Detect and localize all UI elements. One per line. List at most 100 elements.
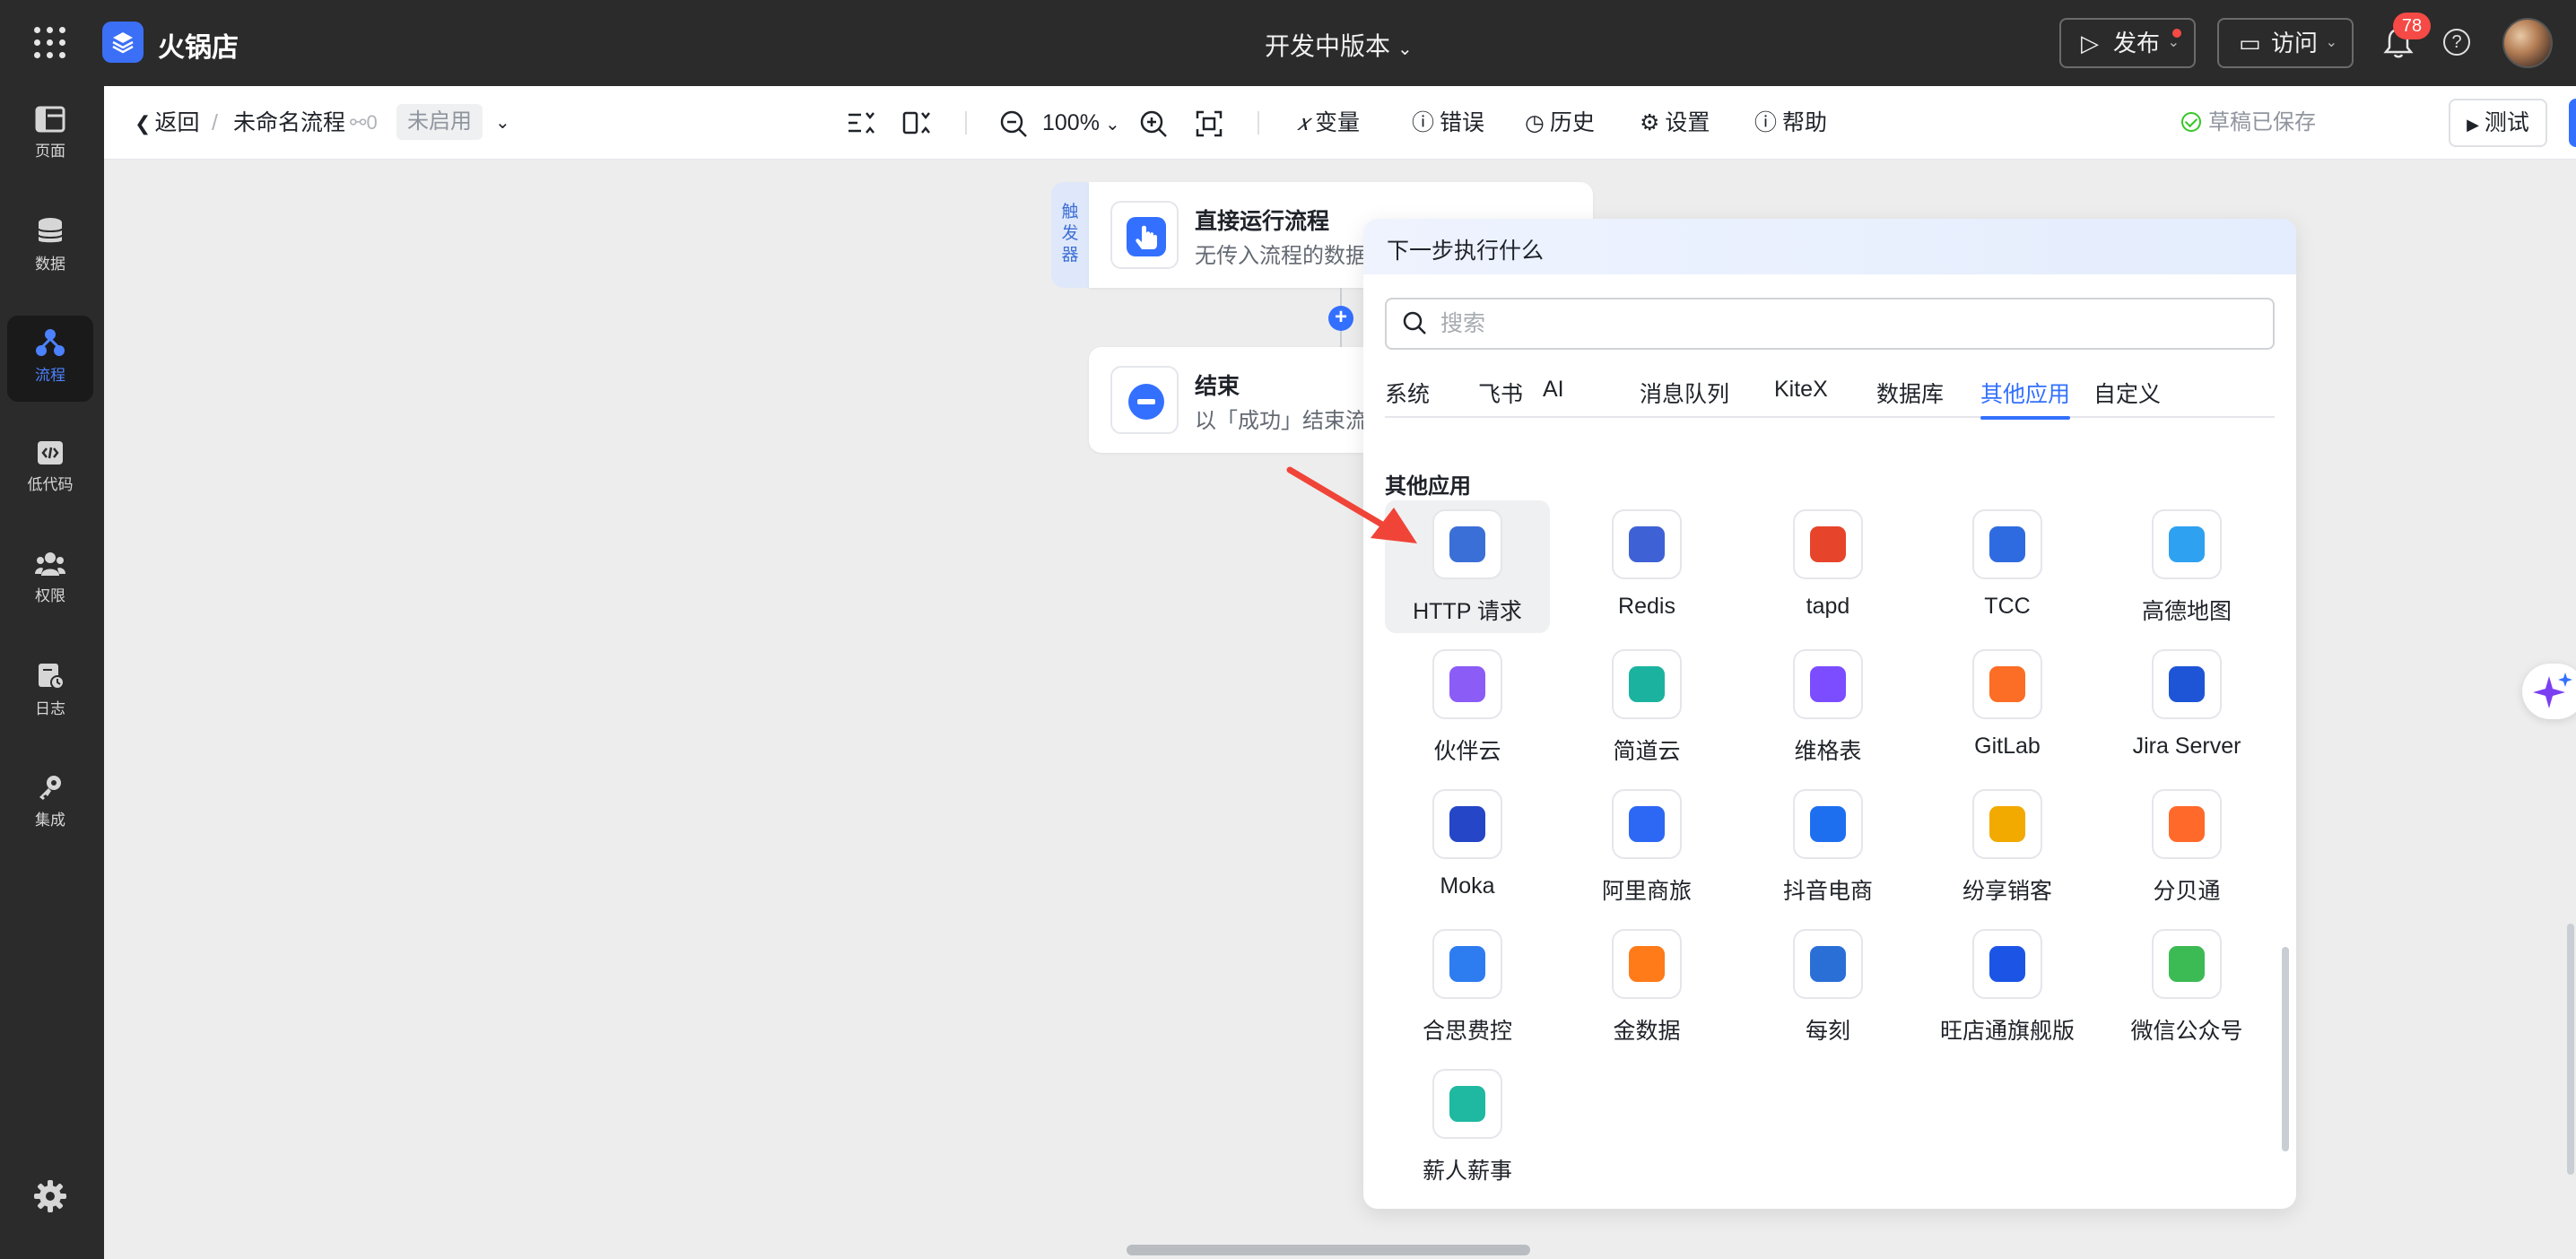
sidebar-item-data[interactable]: 数据 <box>7 204 93 291</box>
page-scrollbar-horizontal[interactable] <box>1127 1245 1530 1255</box>
sidebar-item-permissions[interactable]: 权限 <box>7 538 93 624</box>
flow-name[interactable]: 未命名流程 <box>233 86 345 160</box>
app-item[interactable]: 薪人薪事 <box>1385 1060 1550 1193</box>
log-icon <box>39 664 65 690</box>
add-step-button[interactable]: + <box>1328 306 1353 331</box>
app-icon-glyph <box>1810 666 1846 702</box>
zoom-value: 100% <box>1042 110 1100 135</box>
errors-button[interactable]: ⓘ 错误 <box>1412 86 1484 160</box>
send-icon: ▷ <box>2081 30 2099 56</box>
app-icon-glyph <box>1989 946 2025 982</box>
app-icon-glyph <box>2169 526 2205 562</box>
app-icon-glyph <box>1810 806 1846 842</box>
tcc-icon <box>1972 509 2042 579</box>
page-scrollbar-vertical[interactable] <box>2567 924 2574 1175</box>
tab-item[interactable]: AI <box>1543 377 1564 418</box>
app-icon-glyph <box>1810 526 1846 562</box>
help-label: 帮助 <box>1782 110 1828 135</box>
gear-icon: ⚙ <box>1640 110 1660 135</box>
publish-button[interactable]: ▷ 发布 ⌄ <box>2059 18 2196 68</box>
app-item[interactable]: 合思费控 <box>1385 920 1550 1053</box>
end-icon <box>1110 366 1179 434</box>
variables-button[interactable]: 𝑥 变量 <box>1297 86 1360 160</box>
gear-icon[interactable] <box>32 1178 68 1214</box>
check-circle-icon <box>2181 112 2201 132</box>
divider <box>965 111 967 135</box>
jinshuju-icon <box>1612 929 1682 999</box>
app-item[interactable]: 维格表 <box>1745 640 1910 773</box>
app-item[interactable]: 每刻 <box>1745 920 1910 1053</box>
tab-item[interactable]: 其他应用 <box>1980 377 2071 420</box>
search-icon <box>1403 311 1426 334</box>
app-item[interactable]: 简道云 <box>1564 640 1729 773</box>
avatar[interactable] <box>2502 18 2553 68</box>
zoom-in-icon[interactable] <box>1139 109 1168 138</box>
app-item[interactable]: 旺店通旗舰版 <box>1925 920 2090 1053</box>
errors-label: 错误 <box>1440 110 1485 135</box>
help-button[interactable]: ⓘ 帮助 <box>1754 86 1827 160</box>
sidebar-item-label: 低代码 <box>27 476 74 493</box>
app-item[interactable]: TCC <box>1925 500 2090 633</box>
tab-item[interactable]: 自定义 <box>2093 377 2161 418</box>
help-icon[interactable]: ? <box>2443 29 2470 56</box>
app-label: 简道云 <box>1613 739 1681 764</box>
app-item[interactable]: Moka <box>1385 780 1550 913</box>
http-icon <box>1432 509 1502 579</box>
end-node-subtitle: 以「成功」结束流 <box>1195 409 1367 433</box>
app-item[interactable]: 抖音电商 <box>1745 780 1910 913</box>
app-item[interactable]: 微信公众号 <box>2104 920 2269 1053</box>
divider <box>1258 111 1259 135</box>
sidebar-item-label: 流程 <box>35 367 65 384</box>
test-button[interactable]: ▶ 测试 <box>2449 99 2547 147</box>
app-item[interactable]: Redis <box>1564 500 1729 633</box>
ai-assistant-button[interactable] <box>2522 664 2576 719</box>
history-button[interactable]: ◷ 历史 <box>1525 86 1595 160</box>
trigger-tab: 触发器 <box>1051 182 1089 288</box>
visit-button[interactable]: ▭ 访问 ⌄ <box>2217 18 2354 68</box>
annotation-arrow <box>1286 466 1417 543</box>
tab-item[interactable]: KiteX <box>1774 377 1828 418</box>
app-label: 伙伴云 <box>1433 739 1501 764</box>
version-selector[interactable]: 开发中版本 ⌄ <box>1265 27 1413 63</box>
panel-scrollbar[interactable] <box>2282 947 2289 1151</box>
tab-strip: 系统 飞书 AI 消息队列 KiteX 数据库 其他应用 自定义 <box>1385 366 2275 420</box>
publish-label: 发布 <box>2113 30 2161 56</box>
tab-item[interactable]: 数据库 <box>1876 377 1944 418</box>
sidebar-item-logs[interactable]: 日志 <box>7 649 93 735</box>
settings-label: 设置 <box>1665 110 1710 135</box>
fit-screen-icon[interactable] <box>1195 109 1223 138</box>
app-item[interactable]: 分贝通 <box>2104 780 2269 913</box>
app-item[interactable]: Jira Server <box>2104 640 2269 773</box>
alert-circle-icon: ⓘ <box>1412 110 1435 135</box>
app-label: HTTP 请求 <box>1413 599 1522 624</box>
sidebar-item-lowcode[interactable]: 低代码 <box>7 427 93 513</box>
sidebar-item-integration[interactable]: 集成 <box>7 760 93 847</box>
app-item[interactable]: 伙伴云 <box>1385 640 1550 773</box>
app-item[interactable]: 高德地图 <box>2104 500 2269 633</box>
zoom-out-icon[interactable] <box>999 109 1028 138</box>
sidebar-item-flow[interactable]: 流程 <box>7 316 93 402</box>
app-label: 薪人薪事 <box>1422 1159 1512 1184</box>
app-item[interactable]: 金数据 <box>1564 920 1729 1053</box>
back-button[interactable]: ❮ 返回 <box>135 86 199 160</box>
sidebar-item-pages[interactable]: 页面 <box>7 93 93 179</box>
huoban-icon <box>1432 649 1502 719</box>
settings-button[interactable]: ⚙ 设置 <box>1640 86 1710 160</box>
app-grid-icon[interactable] <box>34 27 66 59</box>
sidebar-item-label: 集成 <box>35 812 65 829</box>
app-item[interactable]: 阿里商旅 <box>1564 780 1729 913</box>
end-node-title: 结束 <box>1195 374 1240 399</box>
app-item[interactable]: GitLab <box>1925 640 2090 773</box>
search-input[interactable]: 搜索 <box>1385 298 2275 350</box>
collapse-all-icon[interactable] <box>847 109 875 136</box>
app-item[interactable]: tapd <box>1745 500 1910 633</box>
enable-button[interactable]: 启用 <box>2569 99 2576 147</box>
status-dropdown-chevron-icon[interactable]: ⌄ <box>495 86 510 160</box>
tab-item[interactable]: 系统 <box>1385 377 1430 418</box>
layout-toggle-icon[interactable] <box>902 109 931 136</box>
tab-item[interactable]: 飞书 <box>1478 377 1523 418</box>
tab-item[interactable]: 消息队列 <box>1640 377 1729 418</box>
zoom-selector[interactable]: 100% ⌄ <box>1042 86 1120 160</box>
app-item[interactable]: 纷享销客 <box>1925 780 2090 913</box>
link-count-value: 0 <box>366 111 378 134</box>
